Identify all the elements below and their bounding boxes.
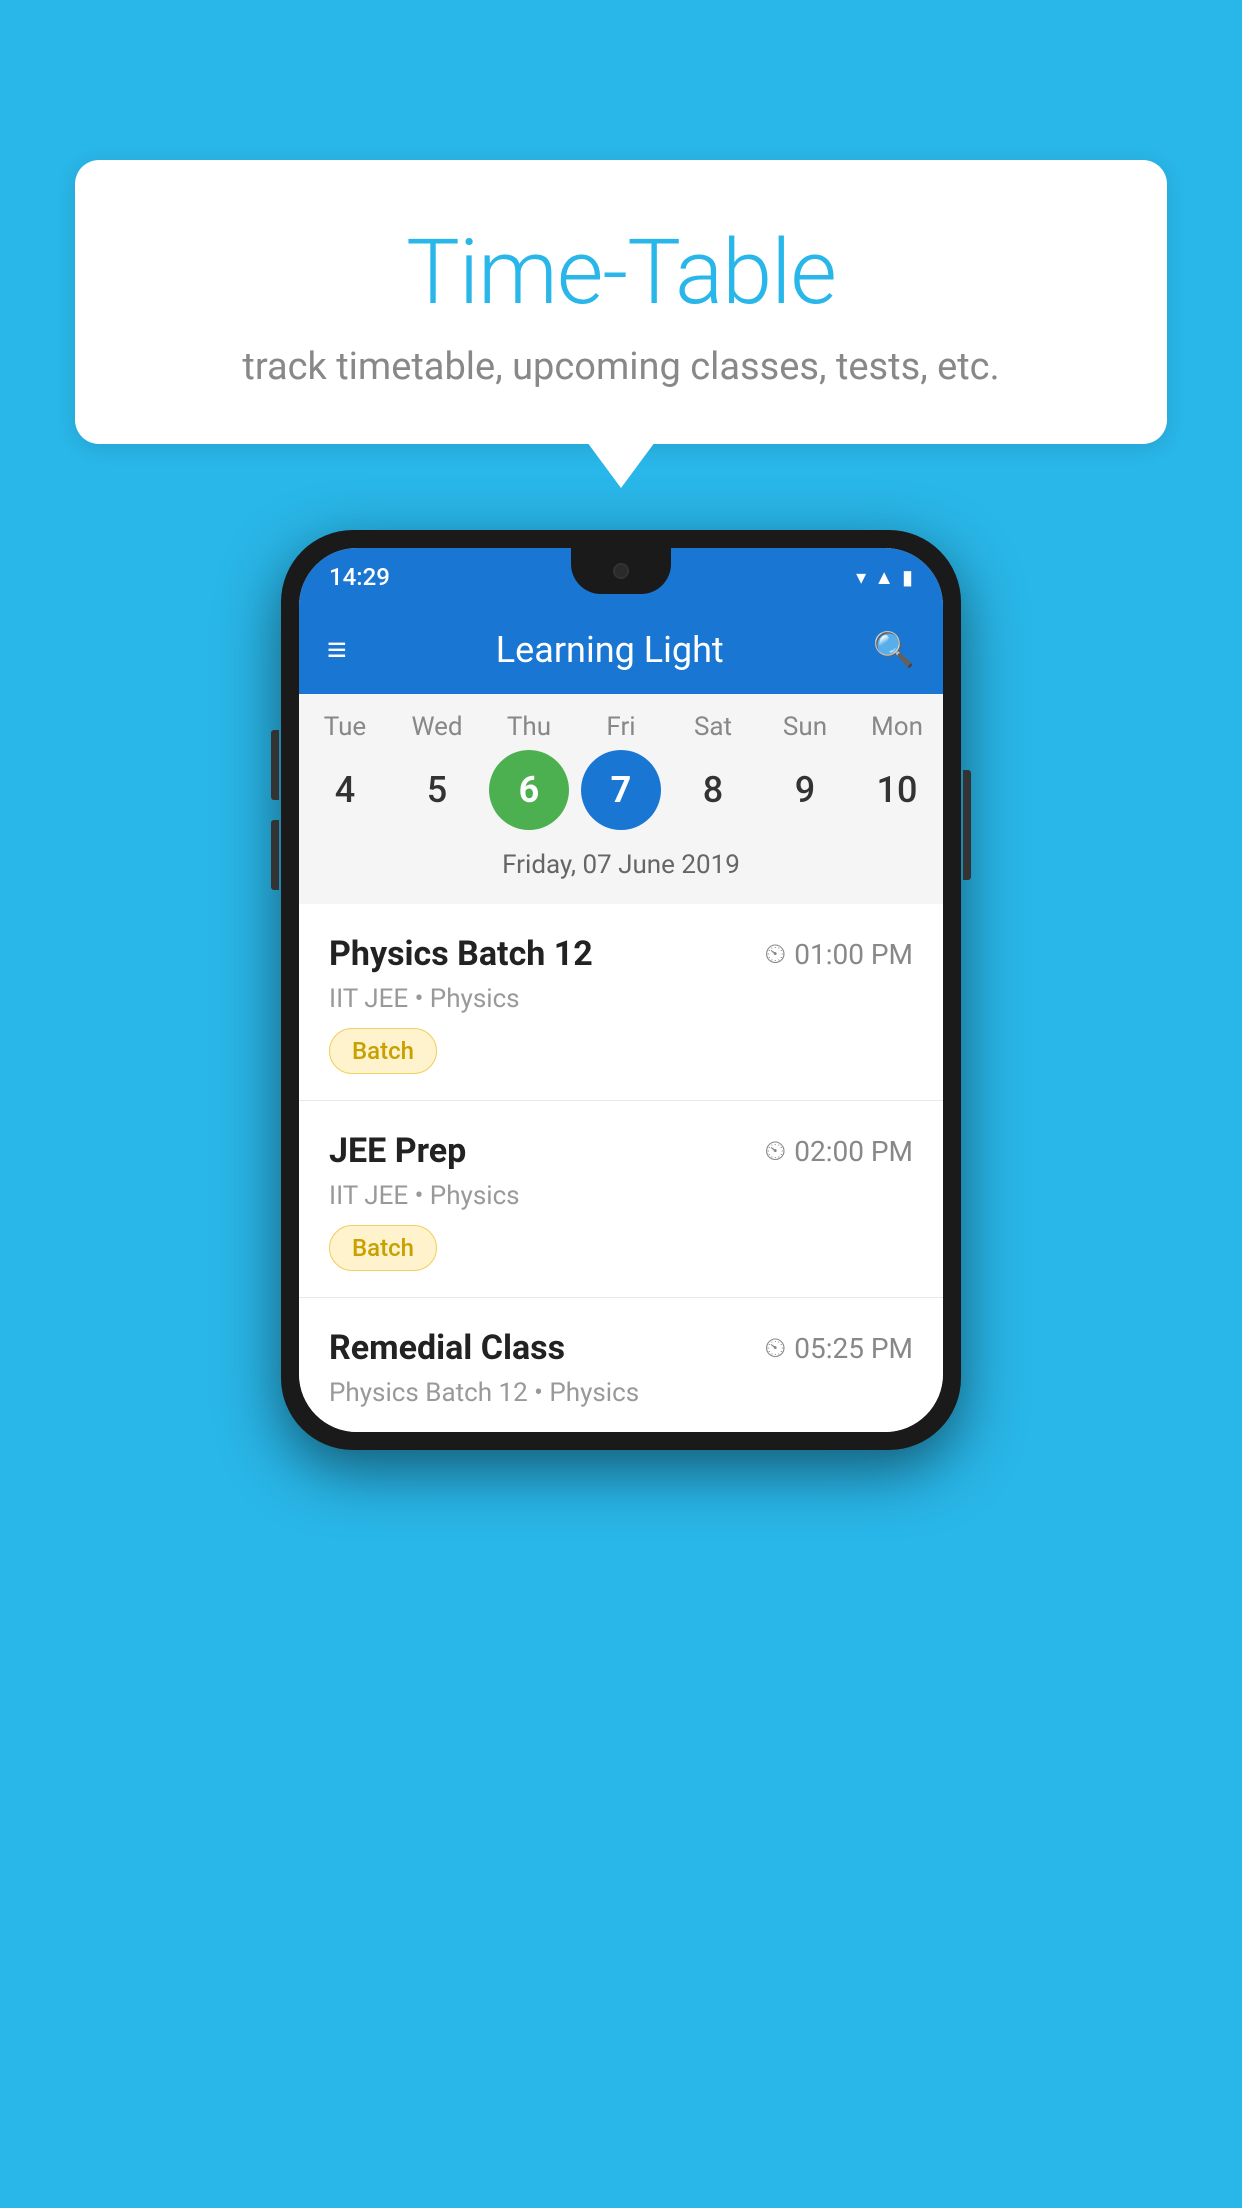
schedule-item-1-time-value: 01:00 PM [794,938,913,971]
day-wed: Wed [397,712,477,742]
phone-mockup: 14:29 ▾ ▲ ▮ ≡ Learning Light 🔍 Tue Wed T… [281,530,961,1450]
schedule-item-2-subtitle: IIT JEE • Physics [329,1181,913,1211]
search-icon[interactable]: 🔍 [873,630,915,670]
date-9[interactable]: 9 [765,750,845,830]
volume-up-button [271,730,279,800]
schedule-item-2-time: ⏲ 02:00 PM [764,1134,913,1168]
app-bar-title: Learning Light [347,629,873,671]
date-4[interactable]: 4 [305,750,385,830]
schedule-item-2-time-value: 02:00 PM [794,1135,913,1168]
phone-outer: 14:29 ▾ ▲ ▮ ≡ Learning Light 🔍 Tue Wed T… [281,530,961,1450]
clock-icon-1: ⏲ [764,937,786,971]
speech-bubble: Time-Table track timetable, upcoming cla… [75,160,1167,444]
days-row: Tue Wed Thu Fri Sat Sun Mon [299,712,943,742]
day-sun: Sun [765,712,845,742]
schedule-item-3-header: Remedial Class ⏲ 05:25 PM [329,1328,913,1368]
date-5[interactable]: 5 [397,750,477,830]
schedule-item-2-header: JEE Prep ⏲ 02:00 PM [329,1131,913,1171]
speech-bubble-subtitle: track timetable, upcoming classes, tests… [115,345,1127,389]
phone-screen: 14:29 ▾ ▲ ▮ ≡ Learning Light 🔍 Tue Wed T… [299,548,943,1432]
schedule-item-1-title: Physics Batch 12 [329,934,593,974]
date-8[interactable]: 8 [673,750,753,830]
wifi-icon: ▾ [856,565,866,589]
app-bar: ≡ Learning Light 🔍 [299,606,943,694]
volume-down-button [271,820,279,890]
date-10[interactable]: 10 [857,750,937,830]
day-fri: Fri [581,712,661,742]
power-button [963,770,971,880]
schedule-item-1-badge: Batch [329,1028,437,1074]
speech-bubble-container: Time-Table track timetable, upcoming cla… [75,160,1167,444]
schedule-item-2-badge: Batch [329,1225,437,1271]
schedule-item-3-subtitle: Physics Batch 12 • Physics [329,1378,913,1408]
schedule-item-1-header: Physics Batch 12 ⏲ 01:00 PM [329,934,913,974]
date-6-today[interactable]: 6 [489,750,569,830]
speech-bubble-title: Time-Table [115,220,1127,325]
battery-icon: ▮ [902,565,913,589]
day-sat: Sat [673,712,753,742]
hamburger-menu-icon[interactable]: ≡ [327,630,347,670]
phone-notch [571,548,671,594]
day-mon: Mon [857,712,937,742]
selected-date-label: Friday, 07 June 2019 [299,844,943,894]
schedule-item-1-time: ⏲ 01:00 PM [764,937,913,971]
status-time: 14:29 [329,563,390,591]
schedule-item-remedial[interactable]: Remedial Class ⏲ 05:25 PM Physics Batch … [299,1298,943,1432]
schedule-item-1-subtitle: IIT JEE • Physics [329,984,913,1014]
day-tue: Tue [305,712,385,742]
schedule-item-3-title: Remedial Class [329,1328,565,1368]
schedule-item-physics-batch[interactable]: Physics Batch 12 ⏲ 01:00 PM IIT JEE • Ph… [299,904,943,1101]
schedule-container: Physics Batch 12 ⏲ 01:00 PM IIT JEE • Ph… [299,904,943,1432]
signal-icon: ▲ [874,565,894,590]
status-bar: 14:29 ▾ ▲ ▮ [299,548,943,606]
day-thu: Thu [489,712,569,742]
schedule-item-jee-prep[interactable]: JEE Prep ⏲ 02:00 PM IIT JEE • Physics Ba… [299,1101,943,1298]
calendar-strip: Tue Wed Thu Fri Sat Sun Mon 4 5 6 7 8 9 … [299,694,943,904]
date-7-selected[interactable]: 7 [581,750,661,830]
clock-icon-3: ⏲ [764,1331,786,1365]
schedule-item-3-time-value: 05:25 PM [794,1332,913,1365]
schedule-item-3-time: ⏲ 05:25 PM [764,1331,913,1365]
schedule-item-2-title: JEE Prep [329,1131,466,1171]
status-icons: ▾ ▲ ▮ [856,565,913,590]
front-camera [613,563,629,579]
dates-row: 4 5 6 7 8 9 10 [299,750,943,830]
clock-icon-2: ⏲ [764,1134,786,1168]
